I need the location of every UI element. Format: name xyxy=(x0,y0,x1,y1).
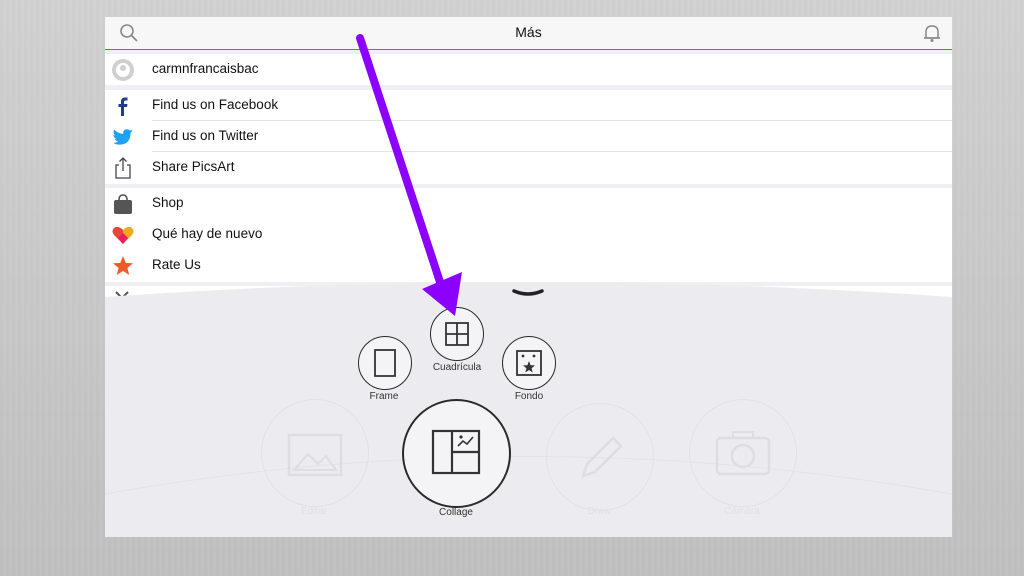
annotation-arrow xyxy=(356,34,462,316)
